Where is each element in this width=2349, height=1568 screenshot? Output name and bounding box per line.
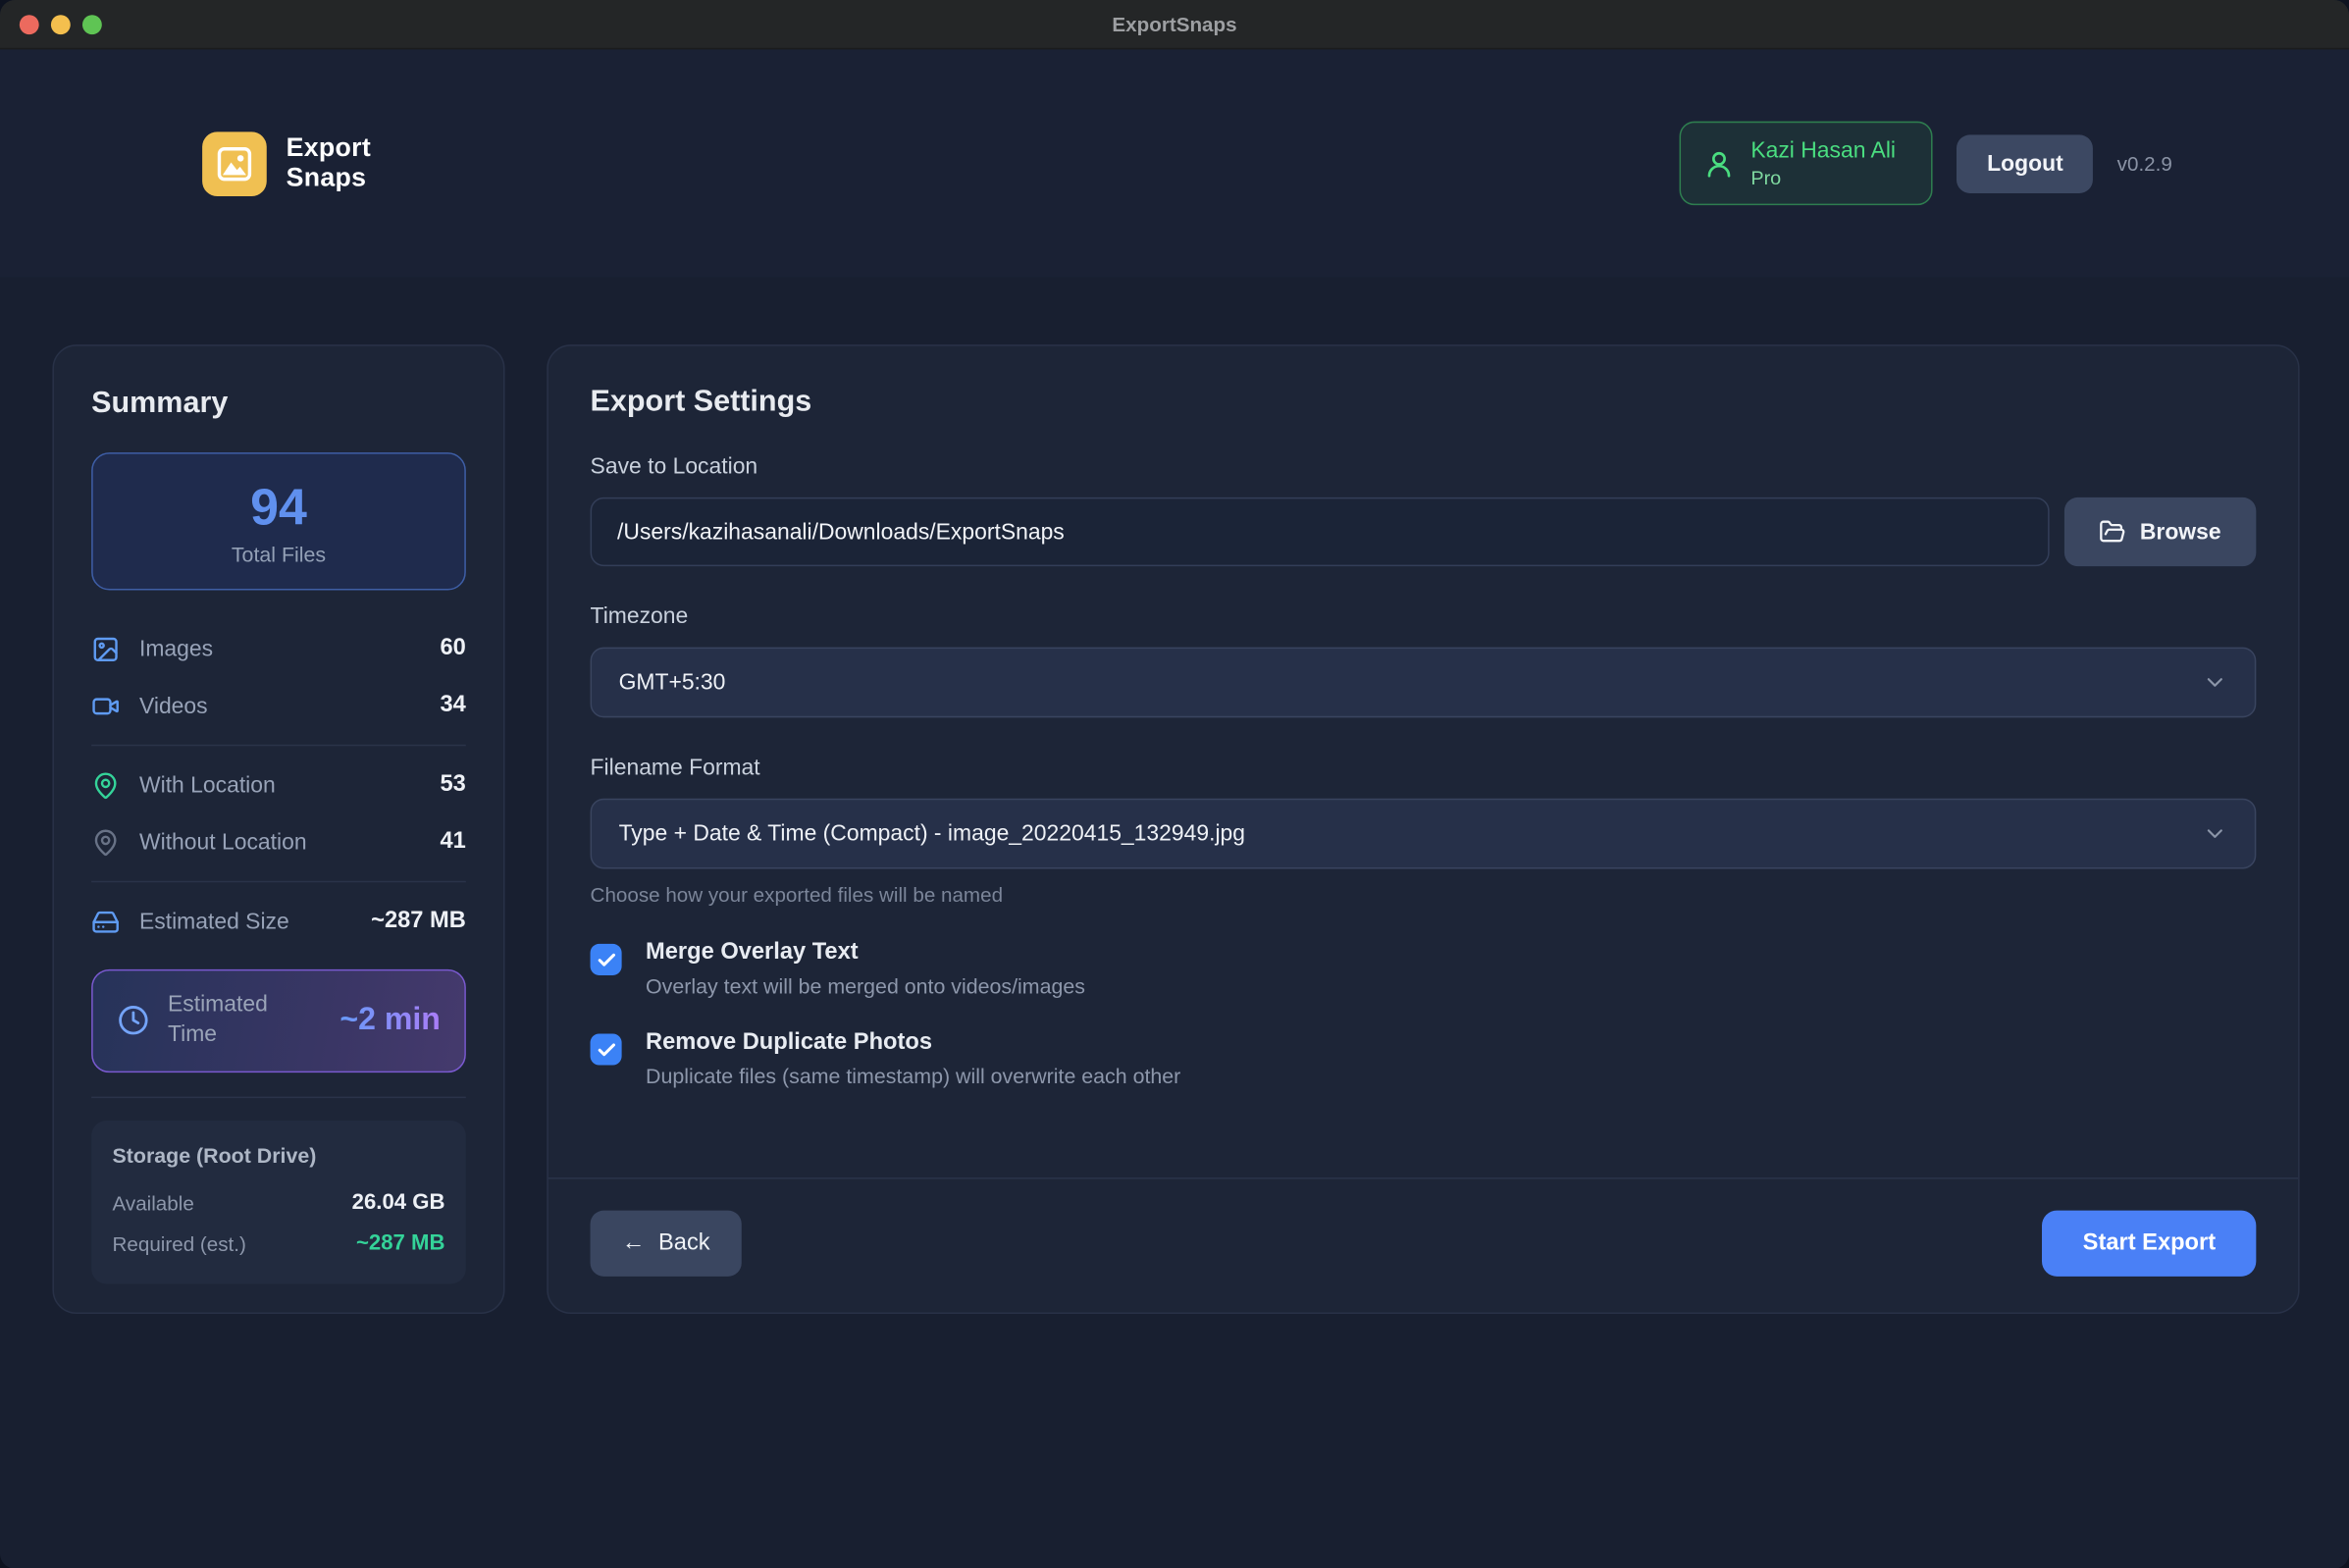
stat-row-videos: Videos 34 [91,677,466,734]
stat-value: 60 [440,636,465,662]
check-icon [596,1039,616,1060]
stat-row-estimated-size: Estimated Size ~287 MB [91,893,466,950]
video-icon [91,692,120,720]
user-plan-badge: Pro [1750,166,1896,188]
filename-format-selected-value: Type + Date & Time (Compact) - image_202… [619,821,1245,847]
save-location-input[interactable] [591,497,2050,566]
storage-card: Storage (Root Drive) Available 26.04 GB … [91,1120,466,1282]
stat-label: Without Location [139,829,307,855]
stat-label: Estimated Size [139,909,289,934]
remove-duplicates-checkbox[interactable] [591,1033,622,1065]
divider [91,1096,466,1098]
storage-row-required: Required (est.) ~287 MB [113,1224,445,1264]
back-button[interactable]: ← Back [591,1211,742,1277]
divider [91,881,466,883]
divider [91,745,466,747]
option-description: Overlay text will be merged onto videos/… [646,973,1085,997]
app-body: Export Snaps Kazi Hasan Ali [0,49,2349,1568]
storage-value: ~287 MB [356,1231,444,1255]
storage-label: Required (est.) [113,1232,246,1255]
app-version: v0.2.9 [2117,152,2172,175]
export-settings-panel: Export Settings Save to Location Browse [547,344,2299,1314]
estimated-time-label: Estimated Time [168,990,296,1051]
app-header: Export Snaps Kazi Hasan Ali [0,49,2349,277]
save-location-row: Browse [591,497,2257,566]
stat-value: 34 [440,693,465,719]
option-texts: Merge Overlay Text Overlay text will be … [646,939,1085,998]
logo-line-1: Export [287,134,371,164]
storage-title: Storage (Root Drive) [113,1142,445,1166]
browse-button-label: Browse [2140,519,2221,545]
filename-format-label: Filename Format [591,756,2257,781]
total-files-card: 94 Total Files [91,452,466,591]
zoom-window-button[interactable] [82,15,102,34]
chevron-down-icon [2202,669,2227,695]
save-location-label: Save to Location [591,454,2257,480]
export-settings-title: Export Settings [591,385,2257,419]
timezone-selected-value: GMT+5:30 [619,669,726,695]
estimated-time-card: Estimated Time ~2 min [91,969,466,1072]
app-logo-icon [202,131,267,196]
option-label: Merge Overlay Text [646,939,1085,966]
stat-label: Videos [139,693,208,718]
stat-label: Images [139,636,213,661]
check-icon [596,949,616,969]
option-label: Remove Duplicate Photos [646,1029,1180,1056]
option-texts: Remove Duplicate Photos Duplicate files … [646,1029,1180,1088]
location-pin-icon [91,828,120,857]
header-actions: Kazi Hasan Ali Pro Logout v0.2.9 [1679,122,2172,205]
merge-overlay-checkbox[interactable] [591,944,622,975]
stat-value: 53 [440,771,465,798]
stat-value: ~287 MB [371,908,466,934]
clock-icon [117,1004,150,1037]
stat-row-without-location: Without Location 41 [91,813,466,870]
main-content: Summary 94 Total Files [0,277,2349,1568]
storage-row-available: Available 26.04 GB [113,1183,445,1224]
app-logo-text: Export Snaps [287,134,371,193]
filename-format-select[interactable]: Type + Date & Time (Compact) - image_202… [591,799,2257,869]
window-title: ExportSnaps [0,13,2349,35]
folder-icon [2100,518,2126,545]
timezone-select[interactable]: GMT+5:30 [591,648,2257,718]
option-remove-duplicates: Remove Duplicate Photos Duplicate files … [591,1029,2257,1088]
user-account-badge[interactable]: Kazi Hasan Ali Pro [1679,122,1933,205]
start-export-button[interactable]: Start Export [2042,1211,2256,1277]
image-icon [91,635,120,663]
logo-line-2: Snaps [287,163,371,192]
app-window: ExportSnaps Export Snaps [0,0,2349,1568]
user-icon [1702,147,1734,179]
traffic-lights [20,15,102,34]
settings-footer: ← Back Start Export [548,1177,2298,1277]
filename-format-helper: Choose how your exported files will be n… [591,884,2257,907]
summary-panel: Summary 94 Total Files [52,344,504,1314]
storage-label: Available [113,1192,194,1215]
user-info: Kazi Hasan Ali Pro [1750,138,1896,189]
stat-label: With Location [139,772,276,798]
hard-drive-icon [91,908,120,936]
close-window-button[interactable] [20,15,39,34]
stat-row-images: Images 60 [91,620,466,677]
location-pin-icon [91,771,120,800]
storage-value: 26.04 GB [352,1191,445,1215]
estimated-time-value: ~2 min [339,1003,440,1039]
summary-title: Summary [91,387,466,421]
back-button-label: Back [658,1229,710,1256]
timezone-label: Timezone [591,603,2257,629]
chevron-down-icon [2202,821,2227,847]
app-logo: Export Snaps [202,131,371,196]
titlebar: ExportSnaps [0,0,2349,49]
logout-button[interactable]: Logout [1958,134,2094,193]
total-files-value: 94 [93,480,465,539]
minimize-window-button[interactable] [51,15,71,34]
browse-button[interactable]: Browse [2064,497,2256,566]
option-merge-overlay-text: Merge Overlay Text Overlay text will be … [591,939,2257,998]
screen: ExportSnaps Export Snaps [0,0,2349,1568]
stat-value: 41 [440,828,465,855]
option-description: Duplicate files (same timestamp) will ov… [646,1064,1180,1087]
arrow-left-icon: ← [622,1229,646,1256]
total-files-label: Total Files [93,543,465,566]
user-name: Kazi Hasan Ali [1750,138,1896,167]
stat-row-with-location: With Location 53 [91,757,466,813]
